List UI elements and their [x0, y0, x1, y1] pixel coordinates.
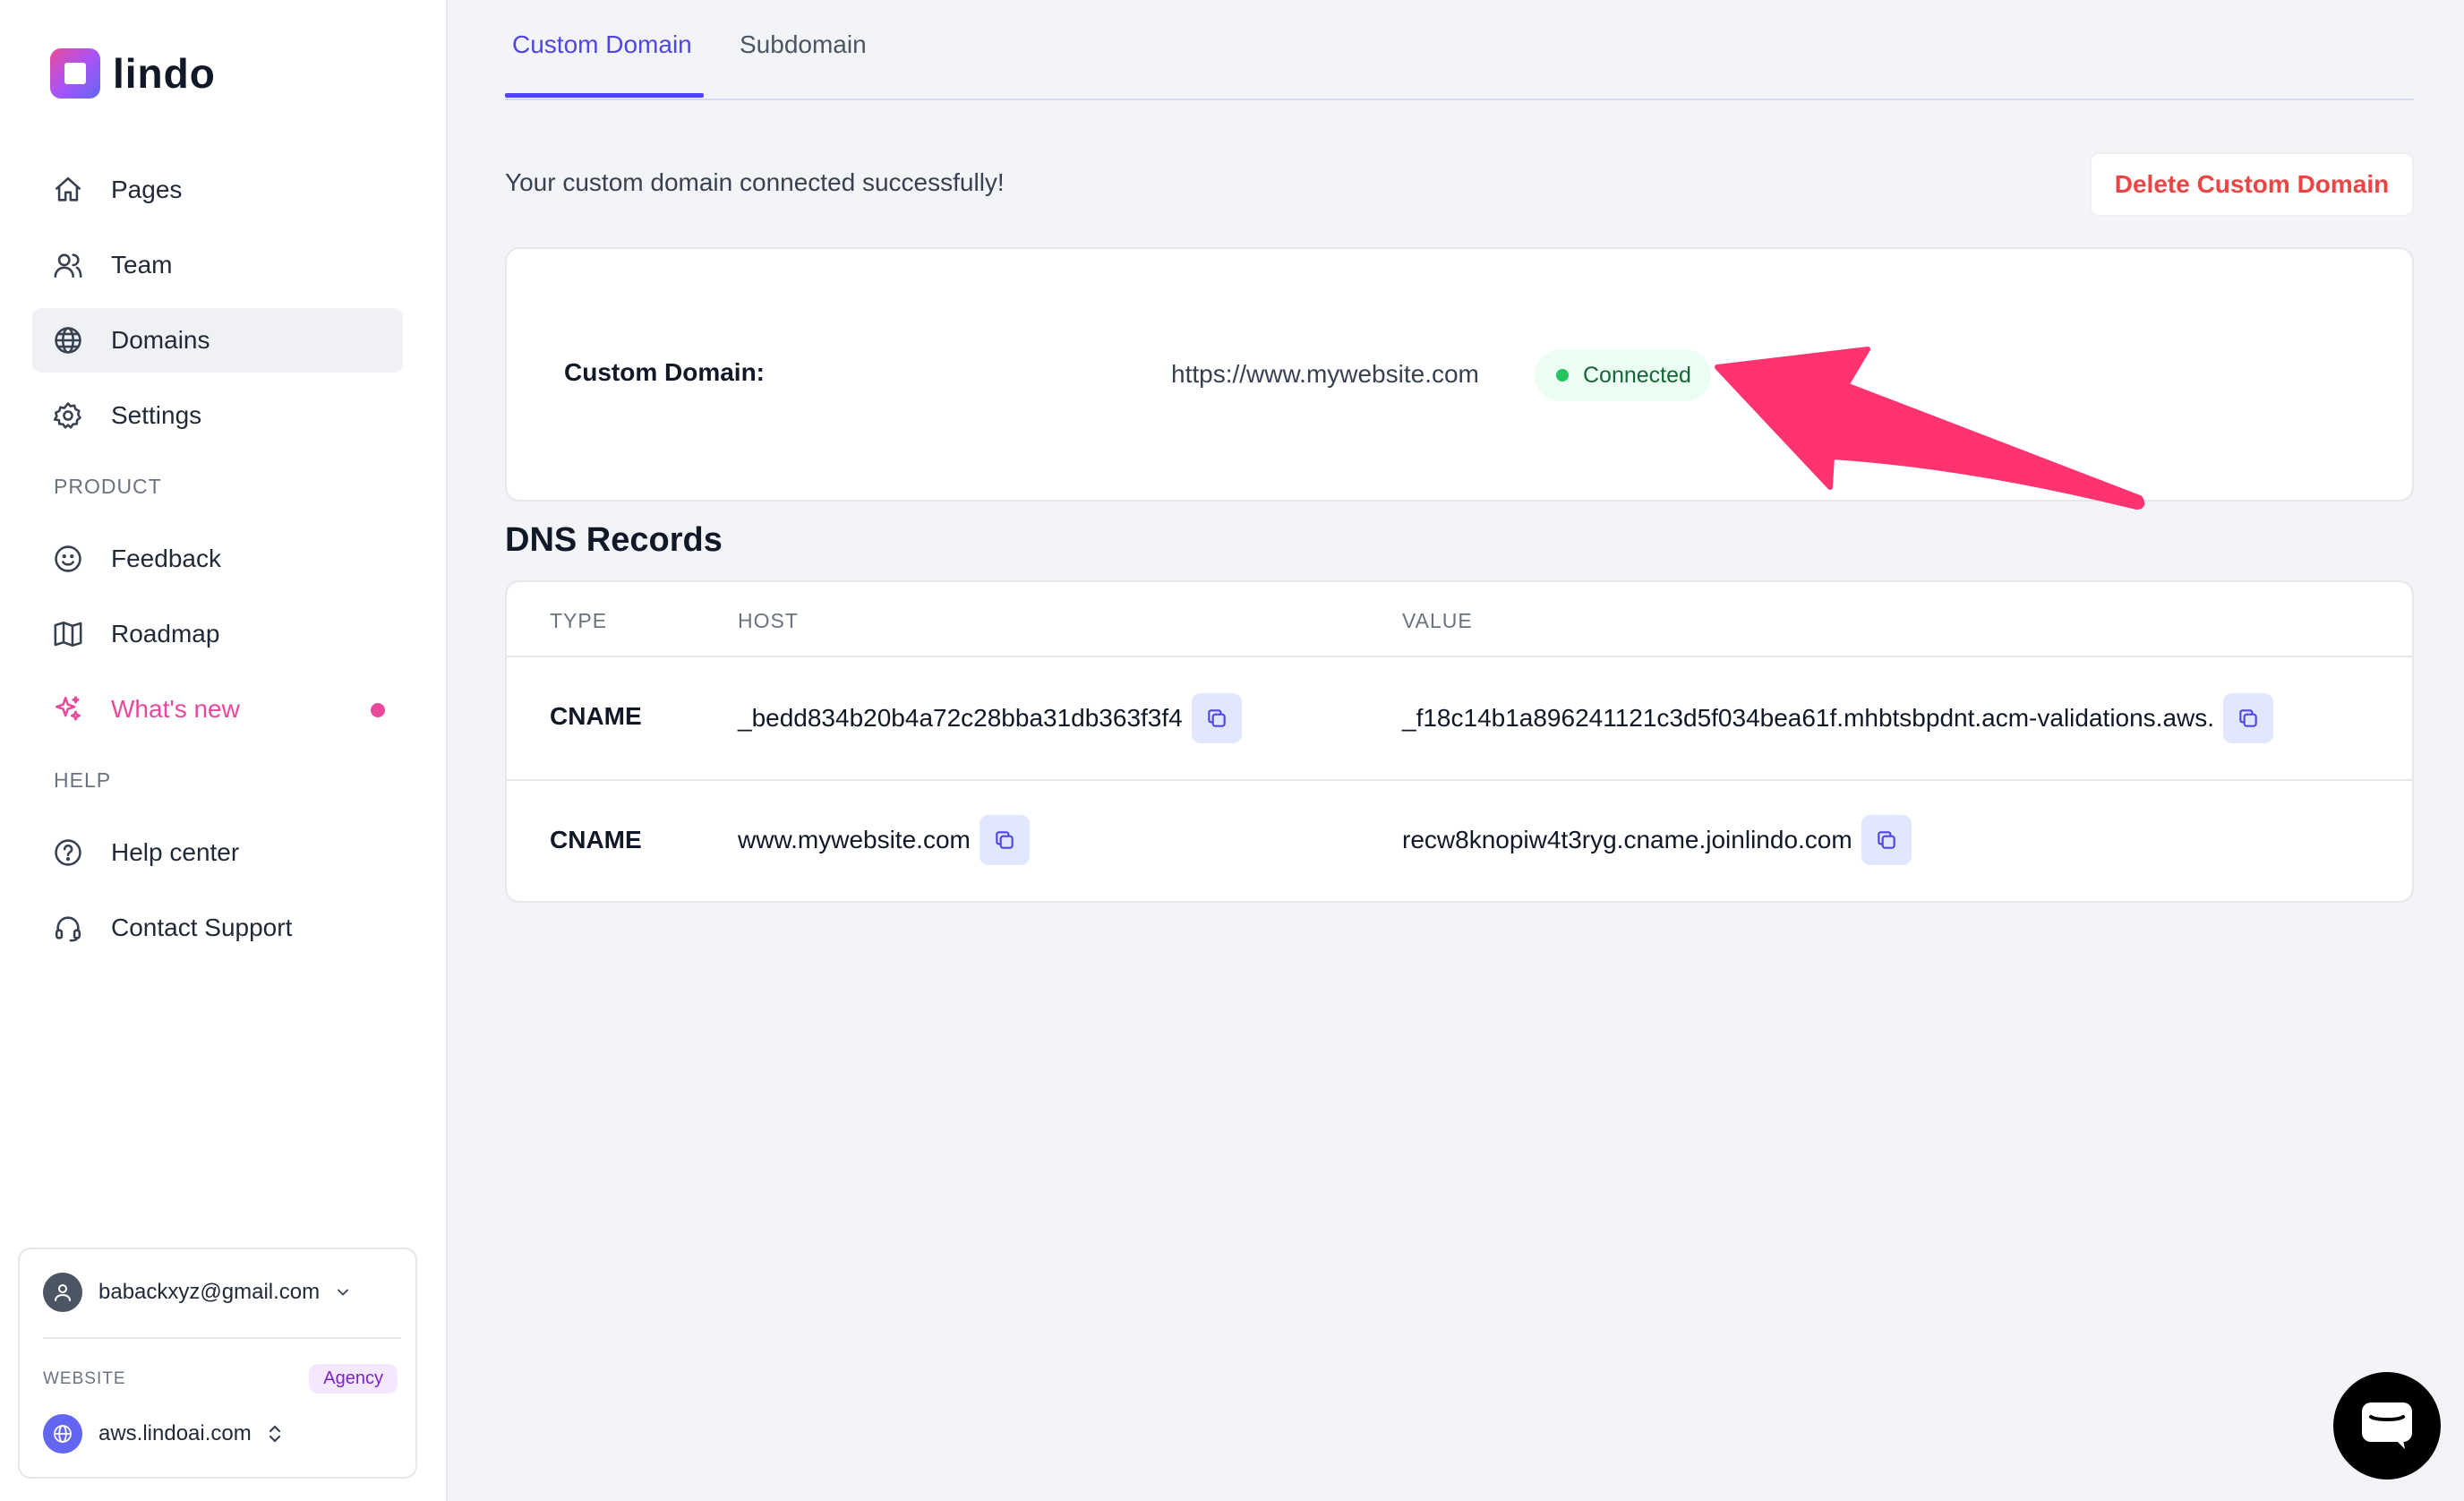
website-switcher[interactable]: aws.lindoai.com	[43, 1414, 284, 1454]
account-card: babackxyz@gmail.com WEBSITE Agency aws.l…	[18, 1248, 417, 1479]
delete-custom-domain-button[interactable]: Delete Custom Domain	[2090, 152, 2414, 217]
custom-domain-label: Custom Domain:	[564, 358, 765, 386]
dns-records-table: TYPE HOST VALUE CNAME _bedd834b20b4a72c2…	[505, 580, 2414, 903]
dns-records-title: DNS Records	[505, 521, 723, 559]
sidebar: lindo Pages Team Domains Settings PRODUC…	[0, 0, 448, 1501]
section-label-help: HELP	[54, 768, 112, 792]
record-type: CNAME	[550, 702, 642, 730]
sidebar-item-whats-new[interactable]: What's new	[32, 677, 403, 742]
smile-icon	[52, 543, 84, 575]
sidebar-item-contact-support[interactable]: Contact Support	[32, 896, 403, 960]
record-host-text: _bedd834b20b4a72c28bba31db363f3f4	[738, 704, 1183, 732]
copy-value-button[interactable]	[1861, 815, 1912, 865]
tab-subdomain[interactable]: Subdomain	[740, 30, 867, 59]
record-value: recw8knopiw4t3ryg.cname.joinlindo.com	[1402, 815, 1912, 865]
sidebar-item-label: Help center	[111, 838, 240, 866]
copy-icon	[1877, 831, 1895, 849]
status-badge: Connected	[1535, 349, 1711, 401]
divider	[507, 656, 2412, 657]
custom-domain-card: Custom Domain: https://www.mywebsite.com…	[505, 247, 2414, 502]
chevron-down-icon	[334, 1283, 352, 1301]
copy-value-button[interactable]	[2223, 693, 2274, 743]
copy-icon	[1207, 709, 1226, 727]
sidebar-item-label: Feedback	[111, 545, 221, 572]
copy-icon	[2239, 709, 2257, 727]
record-host-text: www.mywebsite.com	[738, 826, 971, 853]
lindo-logo-icon	[50, 48, 100, 99]
divider	[507, 779, 2412, 781]
sidebar-item-team[interactable]: Team	[32, 233, 403, 297]
custom-domain-value: https://www.mywebsite.com	[1171, 360, 1479, 388]
globe-icon	[52, 324, 84, 356]
website-label: WEBSITE	[43, 1369, 126, 1388]
account-email: babackxyz@gmail.com	[98, 1280, 321, 1304]
sidebar-item-pages[interactable]: Pages	[32, 158, 403, 222]
sidebar-item-label: Team	[111, 251, 173, 279]
record-host: _bedd834b20b4a72c28bba31db363f3f4	[738, 693, 1242, 743]
record-value-text: _f18c14b1a896241121c3d5f034bea61f.mhbtsb…	[1402, 704, 2215, 732]
gear-icon	[52, 399, 84, 432]
sidebar-item-label: Contact Support	[111, 913, 293, 941]
sidebar-item-feedback[interactable]: Feedback	[32, 527, 403, 591]
sidebar-item-settings[interactable]: Settings	[32, 383, 403, 448]
active-tab-indicator	[505, 93, 704, 98]
map-icon	[52, 618, 84, 650]
sidebar-item-label: Pages	[111, 176, 183, 203]
success-message: Your custom domain connected successfull…	[505, 168, 1005, 196]
copy-icon	[996, 831, 1014, 849]
sidebar-item-label: Domains	[111, 326, 210, 354]
record-value-text: recw8knopiw4t3ryg.cname.joinlindo.com	[1402, 826, 1852, 853]
sidebar-item-label: Roadmap	[111, 620, 220, 648]
users-icon	[52, 249, 84, 281]
logo[interactable]: lindo	[50, 48, 216, 99]
sidebar-item-roadmap[interactable]: Roadmap	[32, 602, 403, 666]
globe-icon	[43, 1414, 82, 1454]
account-switcher[interactable]: babackxyz@gmail.com	[43, 1273, 352, 1312]
notification-dot	[371, 703, 385, 717]
help-circle-icon	[52, 836, 84, 869]
sidebar-item-help-center[interactable]: Help center	[32, 820, 403, 885]
sparkles-icon	[52, 693, 84, 725]
brand-name: lindo	[113, 50, 216, 97]
chevron-up-down-icon	[266, 1423, 284, 1445]
chat-icon	[2362, 1402, 2412, 1449]
status-text: Connected	[1583, 362, 1691, 388]
column-header-type: TYPE	[550, 609, 608, 632]
column-header-value: VALUE	[1402, 609, 1473, 632]
status-dot	[1556, 369, 1569, 382]
column-header-host: HOST	[738, 609, 799, 632]
divider	[43, 1337, 401, 1339]
domain-tabs: Custom Domain Subdomain	[505, 0, 2414, 100]
copy-host-button[interactable]	[1191, 693, 1242, 743]
copy-host-button[interactable]	[979, 815, 1030, 865]
section-label-product: PRODUCT	[54, 475, 162, 498]
sidebar-item-label: Settings	[111, 401, 202, 429]
record-type: CNAME	[550, 826, 642, 853]
record-value: _f18c14b1a896241121c3d5f034bea61f.mhbtsb…	[1402, 693, 2274, 743]
record-host: www.mywebsite.com	[738, 815, 1030, 865]
headset-icon	[52, 912, 84, 944]
avatar	[43, 1273, 82, 1312]
chat-widget-button[interactable]	[2333, 1372, 2441, 1480]
website-name: aws.lindoai.com	[98, 1421, 252, 1445]
home-icon	[52, 174, 84, 206]
sidebar-item-label: What's new	[111, 695, 240, 723]
sidebar-item-domains[interactable]: Domains	[32, 308, 403, 373]
agency-badge: Agency	[309, 1364, 398, 1394]
tab-custom-domain[interactable]: Custom Domain	[512, 30, 692, 59]
